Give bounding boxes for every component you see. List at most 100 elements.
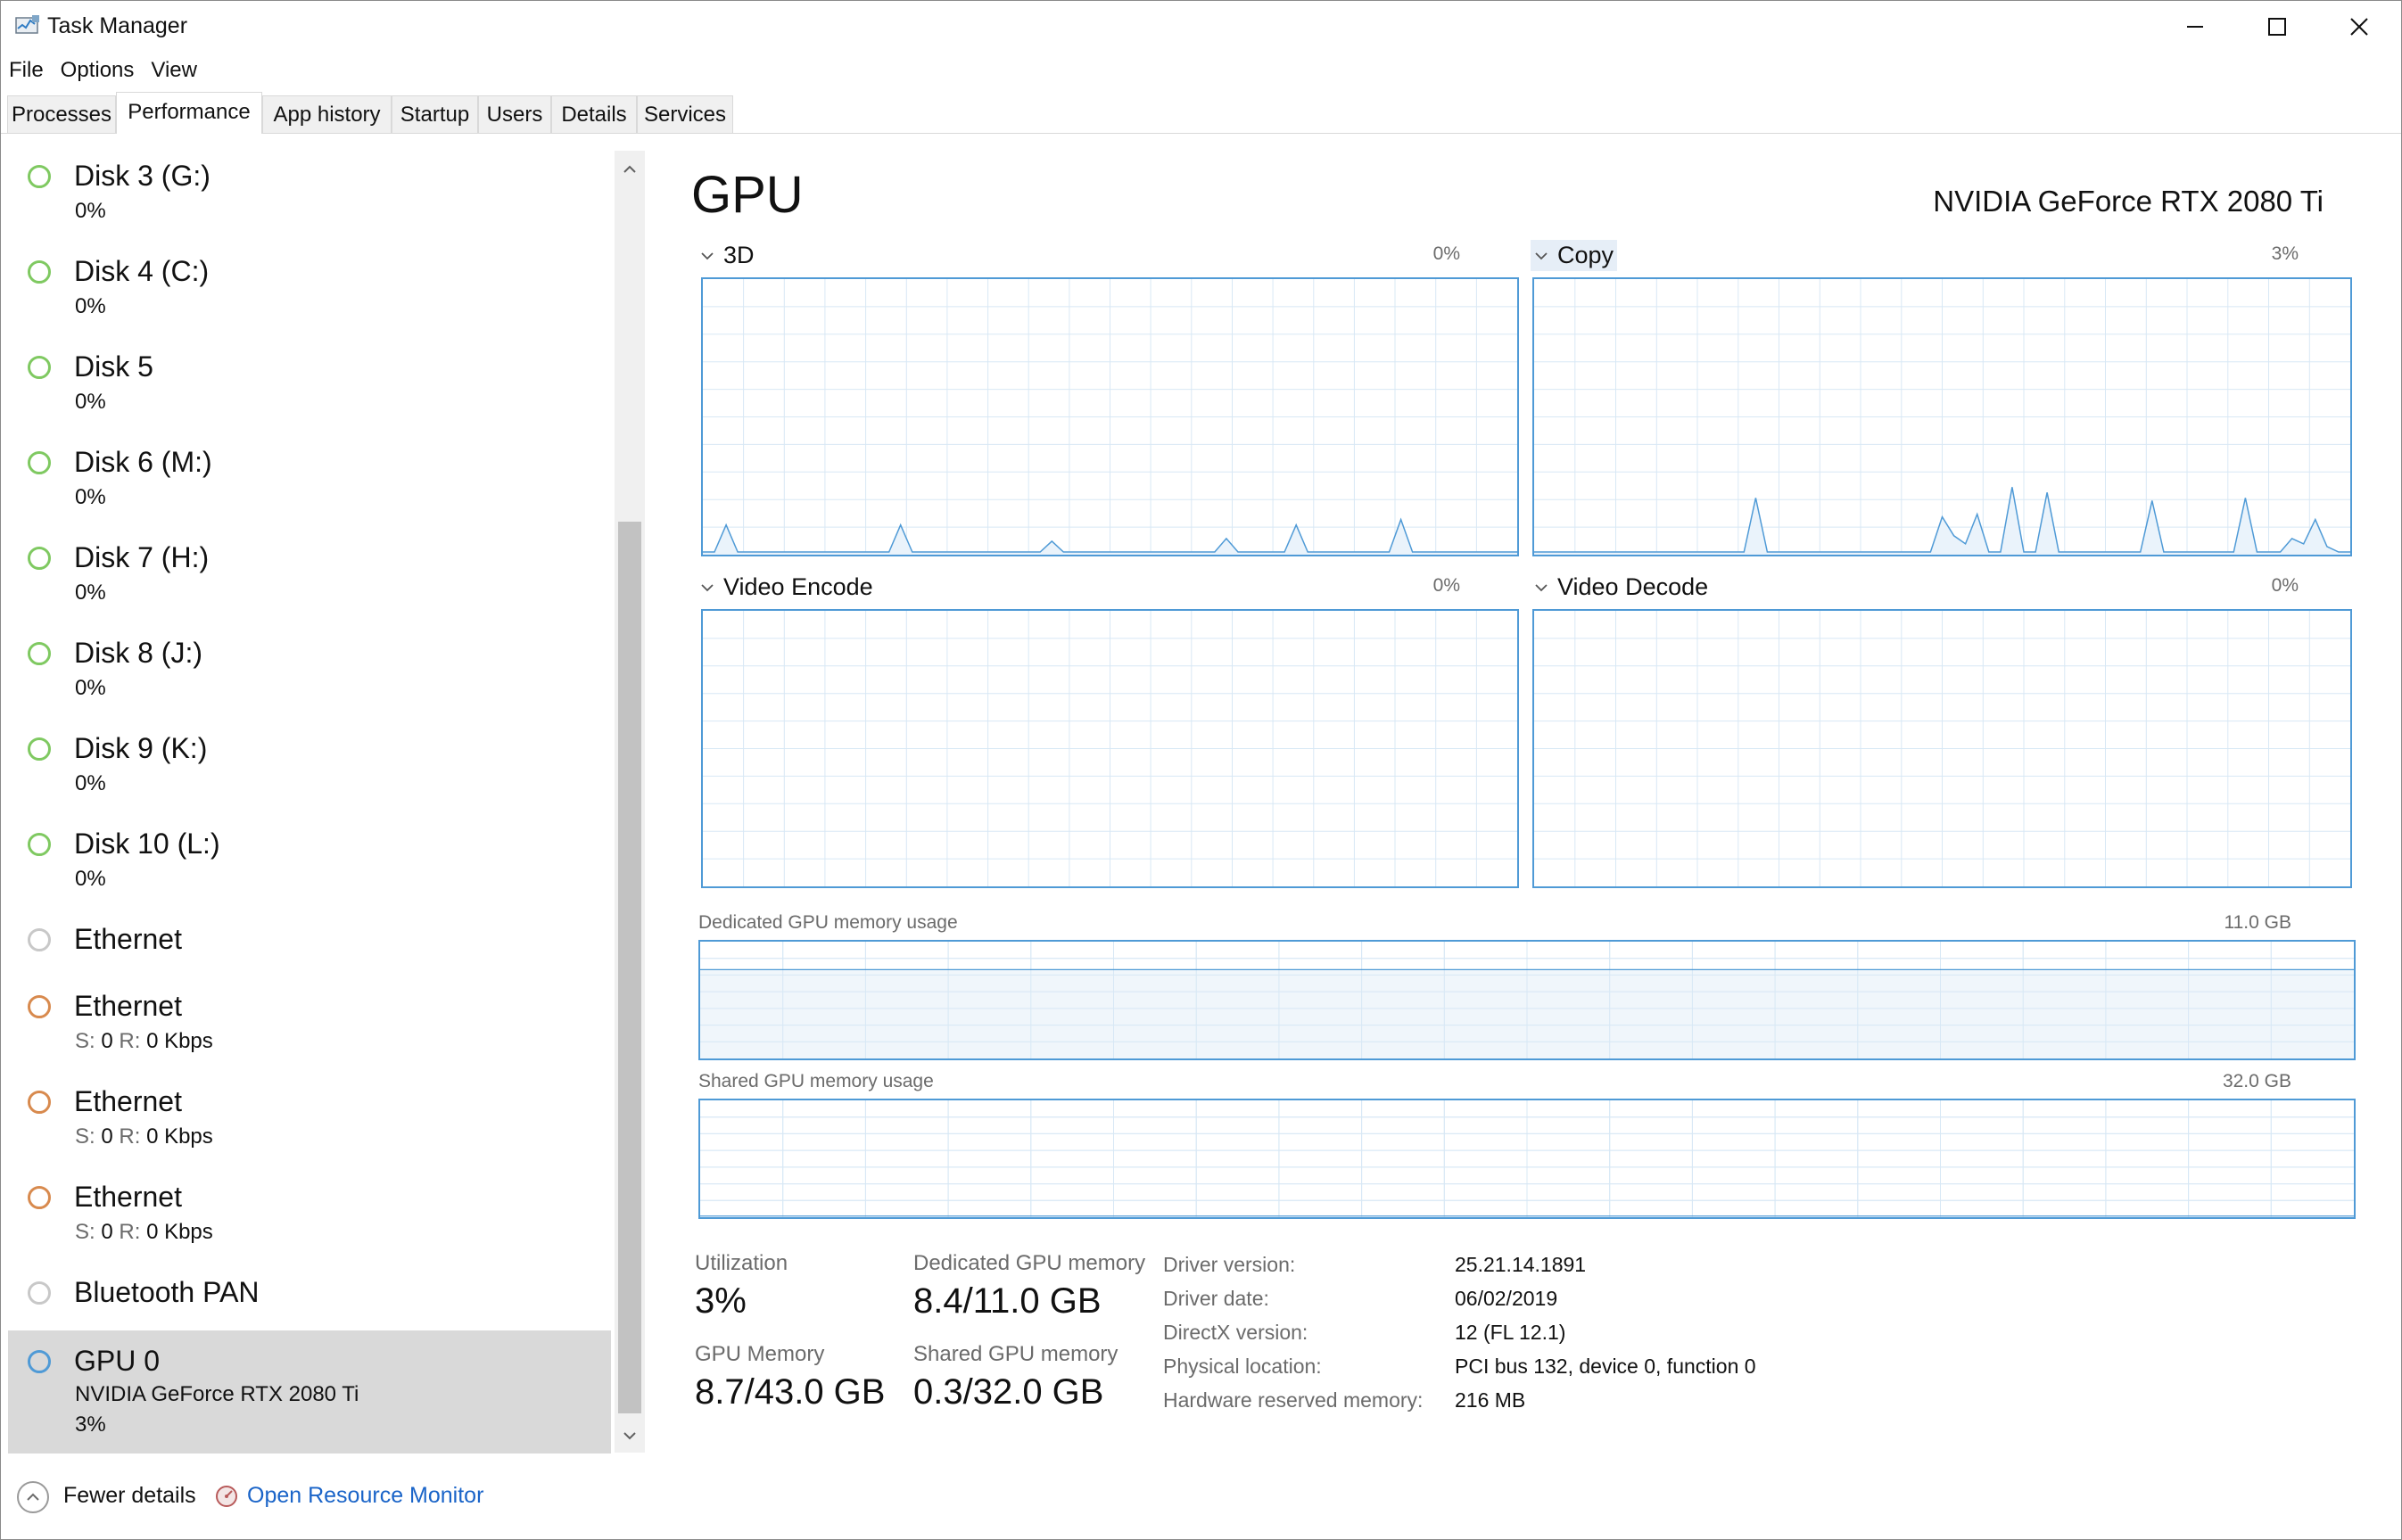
sidebar-item-value: 3% — [75, 1412, 106, 1437]
physical-location-value: PCI bus 132, device 0, function 0 — [1455, 1355, 1756, 1378]
open-resource-monitor-link[interactable]: Open Resource Monitor — [247, 1483, 483, 1509]
status-dot-icon — [28, 928, 51, 951]
sidebar-item-label: Disk 8 (J:) — [74, 637, 202, 669]
receive-value: 0 Kbps — [146, 1029, 213, 1053]
physical-location-label: Physical location: — [1163, 1355, 1322, 1378]
hardware-reserved-memory-label: Hardware reserved memory: — [1163, 1388, 1424, 1412]
engine-label: Video Encode — [723, 573, 873, 600]
menu-bar: File Options View — [1, 54, 206, 86]
engine-graph-video-encode — [701, 609, 1519, 888]
engine-percent: 0% — [1432, 243, 1460, 264]
resource-list: Disk 3 (G:) 0% Disk 4 (C:) 0% Disk 5 0% … — [8, 144, 615, 1454]
footer: Fewer details Open Resource Monitor — [1, 1472, 2401, 1526]
directx-version-label: DirectX version: — [1163, 1321, 1308, 1344]
sidebar-item-label: Bluetooth PAN — [74, 1276, 260, 1308]
status-dot-icon — [28, 356, 51, 379]
sidebar-item-value: 0% — [75, 390, 106, 414]
sidebar-item-label: Disk 7 (H:) — [74, 541, 210, 573]
resource-monitor-icon — [216, 1486, 237, 1507]
gpu-detail-panel: GPU NVIDIA GeForce RTX 2080 Ti 3D 0% Cop… — [652, 135, 2400, 1472]
engine-selector-video-encode[interactable]: Video Encode — [697, 572, 877, 603]
sidebar-item-value: 0% — [75, 581, 106, 605]
status-dot-icon — [28, 1091, 51, 1114]
send-label: S: — [75, 1124, 95, 1149]
sidebar-item-label: Disk 4 (C:) — [74, 255, 210, 287]
status-dot-icon — [28, 1350, 51, 1373]
tab-users[interactable]: Users — [478, 95, 551, 133]
sidebar-item-value: 0% — [75, 771, 106, 795]
send-value: 0 — [101, 1220, 113, 1244]
menu-file[interactable]: File — [1, 54, 53, 86]
fewer-details-link[interactable]: Fewer details — [63, 1483, 196, 1509]
sidebar-item-disk-4[interactable]: Disk 4 (C:) 0% — [8, 239, 611, 334]
chevron-up-icon — [623, 165, 636, 173]
menu-view[interactable]: View — [143, 54, 206, 86]
chevron-down-icon — [1535, 251, 1548, 259]
status-dot-icon — [28, 260, 51, 284]
shared-memory-label: Shared GPU memory usage — [698, 1071, 934, 1091]
sidebar-item-ethernet-1[interactable]: Ethernet — [8, 907, 611, 973]
sidebar-scrollbar[interactable] — [615, 151, 645, 1453]
sidebar-item-value: 0% — [75, 199, 106, 223]
engine-selector-copy[interactable]: Copy — [1531, 240, 1618, 271]
sidebar-item-disk-7[interactable]: Disk 7 (H:) 0% — [8, 525, 611, 620]
sidebar-item-value: 0% — [75, 485, 106, 509]
scroll-down-button[interactable] — [615, 1422, 645, 1449]
send-label: S: — [75, 1220, 95, 1244]
scroll-thumb[interactable] — [618, 522, 641, 1413]
sidebar-item-ethernet-3[interactable]: Ethernet S: 0 R: 0 Kbps — [8, 1069, 611, 1164]
fewer-details-button[interactable] — [17, 1481, 49, 1513]
tab-startup[interactable]: Startup — [392, 95, 478, 133]
chevron-down-icon — [1535, 583, 1548, 591]
engine-graph-svg — [703, 279, 1517, 555]
sidebar-item-disk-6[interactable]: Disk 6 (M:) 0% — [8, 430, 611, 524]
send-value: 0 — [101, 1029, 113, 1053]
driver-version-value: 25.21.14.1891 — [1455, 1253, 1587, 1276]
engine-graph-video-decode — [1532, 609, 2352, 888]
sidebar-item-disk-5[interactable]: Disk 5 0% — [8, 334, 611, 429]
directx-version-value: 12 (FL 12.1) — [1455, 1321, 1566, 1344]
memory-graph-svg — [700, 1100, 2354, 1217]
tab-app-history[interactable]: App history — [262, 95, 392, 133]
tab-details[interactable]: Details — [551, 95, 637, 133]
engine-graph-svg — [1534, 279, 2350, 555]
sidebar-item-value: S: 0 R: 0 Kbps — [75, 1029, 213, 1054]
dedicated-memory-stat-label: Dedicated GPU memory — [913, 1251, 1146, 1275]
scroll-up-button[interactable] — [615, 156, 645, 183]
sidebar-item-ethernet-4[interactable]: Ethernet S: 0 R: 0 Kbps — [8, 1165, 611, 1259]
status-dot-icon — [28, 547, 51, 570]
tab-processes[interactable]: Processes — [7, 95, 116, 133]
gpu-memory-label: GPU Memory — [695, 1342, 825, 1366]
menu-options[interactable]: Options — [53, 54, 144, 86]
memory-graph-svg — [700, 942, 2354, 1058]
driver-date-value: 06/02/2019 — [1455, 1287, 1558, 1310]
dedicated-memory-max: 11.0 GB — [2224, 912, 2292, 933]
status-dot-icon — [28, 165, 51, 188]
tab-services[interactable]: Services — [637, 95, 733, 133]
engine-percent: 0% — [1432, 575, 1460, 596]
sidebar-item-disk-8[interactable]: Disk 8 (J:) 0% — [8, 621, 611, 715]
sidebar-item-disk-10[interactable]: Disk 10 (L:) 0% — [8, 811, 611, 906]
sidebar-item-disk-9[interactable]: Disk 9 (K:) 0% — [8, 716, 611, 811]
engine-graph-3d — [701, 277, 1519, 556]
sidebar-item-label: GPU 0 — [74, 1345, 161, 1377]
shared-memory-max: 32.0 GB — [2222, 1071, 2291, 1091]
tab-performance[interactable]: Performance — [116, 92, 262, 134]
engine-percent: 0% — [2271, 575, 2299, 596]
receive-label: R: — [119, 1124, 141, 1149]
close-button[interactable] — [2318, 1, 2400, 53]
receive-value: 0 Kbps — [146, 1220, 213, 1244]
status-dot-icon — [28, 995, 51, 1018]
sidebar-item-label: Disk 6 (M:) — [74, 446, 212, 478]
sidebar-item-ethernet-2[interactable]: Ethernet S: 0 R: 0 Kbps — [8, 974, 611, 1068]
minimize-button[interactable] — [2154, 1, 2236, 53]
maximize-button[interactable] — [2236, 1, 2318, 53]
sidebar-item-disk-3[interactable]: Disk 3 (G:) 0% — [8, 144, 611, 238]
sidebar-item-bluetooth-pan[interactable]: Bluetooth PAN — [8, 1260, 611, 1326]
engine-selector-video-decode[interactable]: Video Decode — [1531, 572, 1712, 603]
utilization-value: 3% — [695, 1281, 747, 1321]
shared-memory-graph — [698, 1099, 2356, 1219]
engine-selector-3d[interactable]: 3D — [697, 240, 758, 271]
sidebar-item-gpu-0[interactable]: GPU 0 NVIDIA GeForce RTX 2080 Ti 3% — [8, 1330, 611, 1454]
status-dot-icon — [28, 451, 51, 474]
